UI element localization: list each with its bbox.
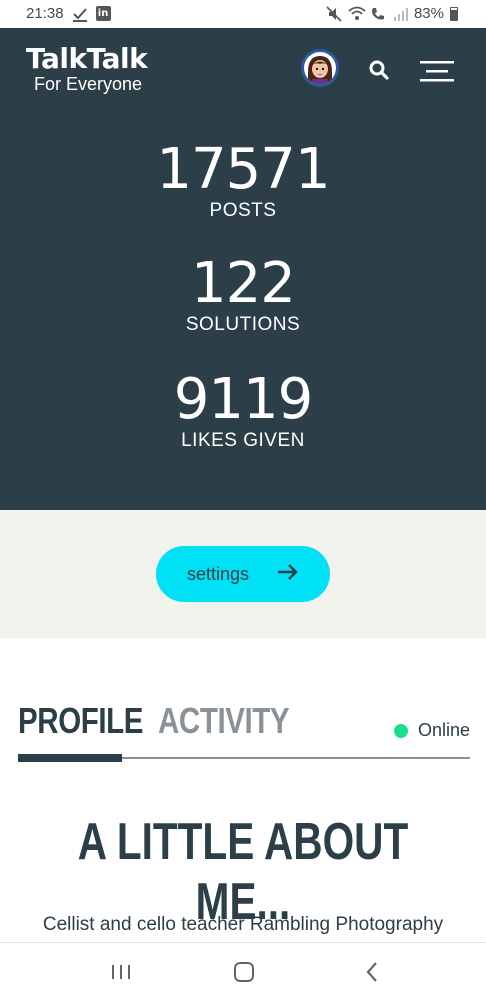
stat-likes-given: 9119 LIKES GIVEN: [0, 370, 486, 452]
status-bar-left: 21:38 in: [26, 5, 111, 22]
about-text: Cellist and cello teacher Rambling Photo…: [42, 914, 444, 935]
system-navigation-bar: [0, 942, 486, 999]
stat-label: SOLUTIONS: [185, 314, 301, 335]
mute-icon: [326, 5, 342, 22]
stat-value: 122: [191, 251, 296, 316]
status-bar-right: 83%: [326, 5, 458, 22]
linkedin-icon: in: [95, 6, 111, 21]
stat-label: POSTS: [209, 200, 277, 221]
active-tab-indicator: [18, 754, 122, 762]
settings-button-label: settings: [186, 563, 250, 584]
home-icon[interactable]: [231, 959, 257, 985]
profile-header: TalkTalk For Everyone 17571 POSTS 122 SO…: [0, 28, 486, 510]
stat-value: 17571: [156, 137, 330, 202]
stat-posts: 17571 POSTS: [0, 140, 486, 222]
checkmark-download-icon: [72, 6, 88, 22]
talktalk-logo[interactable]: TalkTalk For Everyone: [26, 42, 148, 95]
brand-name: TalkTalk: [26, 42, 148, 75]
recent-apps-icon[interactable]: [108, 959, 134, 985]
brand-tagline: For Everyone: [34, 74, 143, 94]
hamburger-menu-icon[interactable]: [420, 61, 454, 83]
wifi-icon: [348, 6, 366, 22]
stat-label: LIKES GIVEN: [181, 430, 305, 451]
settings-button[interactable]: settings: [156, 546, 330, 602]
tab-profile[interactable]: PROFILE: [18, 700, 143, 742]
status-time: 21:38: [26, 5, 64, 22]
profile-tabs: PROFILE ACTIVITY Online: [18, 700, 470, 764]
battery-icon: [450, 6, 458, 21]
avatar-illustration: [304, 52, 336, 84]
online-status: Online: [393, 720, 470, 741]
search-icon[interactable]: [368, 59, 390, 81]
wifi-calling-icon: [370, 6, 386, 22]
battery-percent: 83%: [413, 5, 444, 22]
arrow-right-icon: [277, 563, 299, 586]
stat-value: 9119: [173, 367, 314, 432]
user-avatar[interactable]: [301, 49, 339, 87]
online-status-label: Online: [417, 720, 470, 740]
status-bar: 21:38 in 83%: [0, 0, 486, 28]
tab-activity[interactable]: ACTIVITY: [158, 700, 290, 742]
signal-icon: [392, 6, 408, 22]
settings-section: settings: [0, 510, 486, 638]
stat-solutions: 122 SOLUTIONS: [0, 254, 486, 336]
online-dot-icon: [393, 723, 408, 738]
back-icon[interactable]: [360, 959, 386, 985]
